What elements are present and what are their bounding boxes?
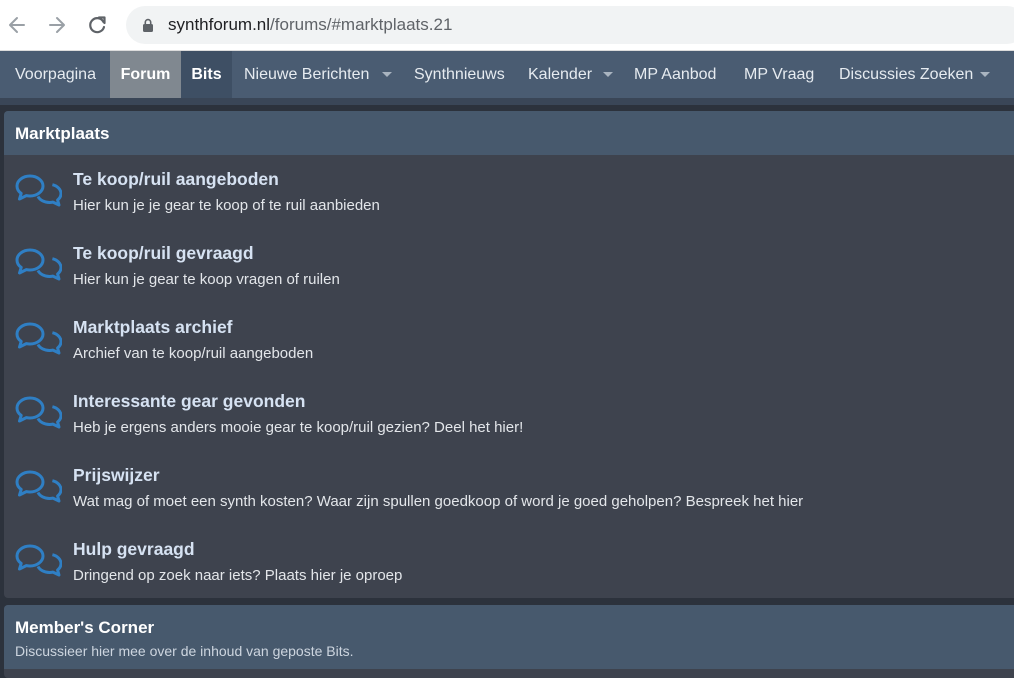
forum-node: Interessante gear gevonden Heb je ergens… xyxy=(4,377,1014,451)
forward-button[interactable] xyxy=(45,13,69,37)
forum-title[interactable]: Hulp gevraagd xyxy=(73,539,195,560)
sub-navbar xyxy=(0,98,1014,105)
forum-navbar: Voorpagina Forum Bits Nieuwe Berichten S… xyxy=(0,51,1014,98)
category-title[interactable]: Marktplaats xyxy=(15,124,109,144)
url-host: synthforum.nl xyxy=(168,15,271,34)
nav-tab-voorpagina[interactable]: Voorpagina xyxy=(3,51,108,98)
nav-tab-mp-vraag[interactable]: MP Vraag xyxy=(732,51,826,98)
chat-bubbles-icon xyxy=(15,174,62,207)
nav-tab-discussies-zoeken[interactable]: Discussies Zoeken xyxy=(827,51,985,98)
nav-tab-bits[interactable]: Bits xyxy=(181,51,232,98)
category-header: Marktplaats xyxy=(4,111,1014,155)
chat-bubbles-icon xyxy=(15,396,62,429)
forum-node: Te koop/ruil aangeboden Hier kun je je g… xyxy=(4,155,1014,229)
forum-title[interactable]: Te koop/ruil aangeboden xyxy=(73,169,279,190)
nav-tab-nieuwe-berichten[interactable]: Nieuwe Berichten xyxy=(232,51,381,98)
forum-node: Prijswijzer Wat mag of moet een synth ko… xyxy=(4,451,1014,525)
reload-button[interactable] xyxy=(85,13,109,37)
chat-bubbles-icon xyxy=(15,470,62,503)
back-button[interactable] xyxy=(5,13,29,37)
lock-icon xyxy=(143,18,153,32)
arrow-left-icon xyxy=(9,17,25,33)
chevron-down-icon[interactable] xyxy=(603,72,613,77)
forum-description: Hier kun je je gear te koop of te ruil a… xyxy=(73,197,380,214)
address-bar[interactable]: synthforum.nl/forums/#marktplaats.21 xyxy=(126,6,1014,44)
browser-toolbar: synthforum.nl/forums/#marktplaats.21 xyxy=(0,0,1014,51)
reload-icon xyxy=(89,16,106,34)
category-header: Member's Corner Discussieer hier mee ove… xyxy=(4,605,1014,669)
url-path: /forums/#marktplaats.21 xyxy=(270,15,453,34)
forum-title[interactable]: Interessante gear gevonden xyxy=(73,391,305,412)
chat-bubbles-icon xyxy=(15,322,62,355)
forum-description: Wat mag of moet een synth kosten? Waar z… xyxy=(73,493,804,510)
nav-tab-mp-aanbod[interactable]: MP Aanbod xyxy=(622,51,728,98)
category-members-corner: Member's Corner Discussieer hier mee ove… xyxy=(4,605,1014,678)
category-title[interactable]: Member's Corner xyxy=(15,618,154,638)
forum-description: Dringend op zoek naar iets? Plaats hier … xyxy=(73,567,403,584)
nav-tab-forum[interactable]: Forum xyxy=(110,51,181,98)
forum-node: Hulp gevraagd Dringend op zoek naar iets… xyxy=(4,525,1014,598)
nav-tab-synthnieuws[interactable]: Synthnieuws xyxy=(402,51,517,98)
arrow-right-icon xyxy=(49,17,65,33)
forum-description: Hier kun je gear te koop vragen of ruile… xyxy=(73,271,340,288)
forum-title[interactable]: Marktplaats archief xyxy=(73,317,233,338)
category-marktplaats: Marktplaats Te koop/ruil aangeboden Hier… xyxy=(4,111,1014,598)
forum-description: Heb je ergens anders mooie gear te koop/… xyxy=(73,419,524,436)
forum-node: Te koop/ruil gevraagd Hier kun je gear t… xyxy=(4,229,1014,303)
chat-bubbles-icon xyxy=(15,544,62,577)
chevron-down-icon[interactable] xyxy=(980,72,990,77)
forum-node: Marktplaats archief Archief van te koop/… xyxy=(4,303,1014,377)
forum-title[interactable]: Te koop/ruil gevraagd xyxy=(73,243,254,264)
nav-tab-kalender[interactable]: Kalender xyxy=(516,51,604,98)
forum-title[interactable]: Prijswijzer xyxy=(73,465,160,486)
category-description: Discussieer hier mee over de inhoud van … xyxy=(15,643,354,659)
url-text: synthforum.nl/forums/#marktplaats.21 xyxy=(168,15,452,35)
chevron-down-icon[interactable] xyxy=(382,72,392,77)
forum-description: Archief van te koop/ruil aangeboden xyxy=(73,345,314,362)
chat-bubbles-icon xyxy=(15,248,62,281)
